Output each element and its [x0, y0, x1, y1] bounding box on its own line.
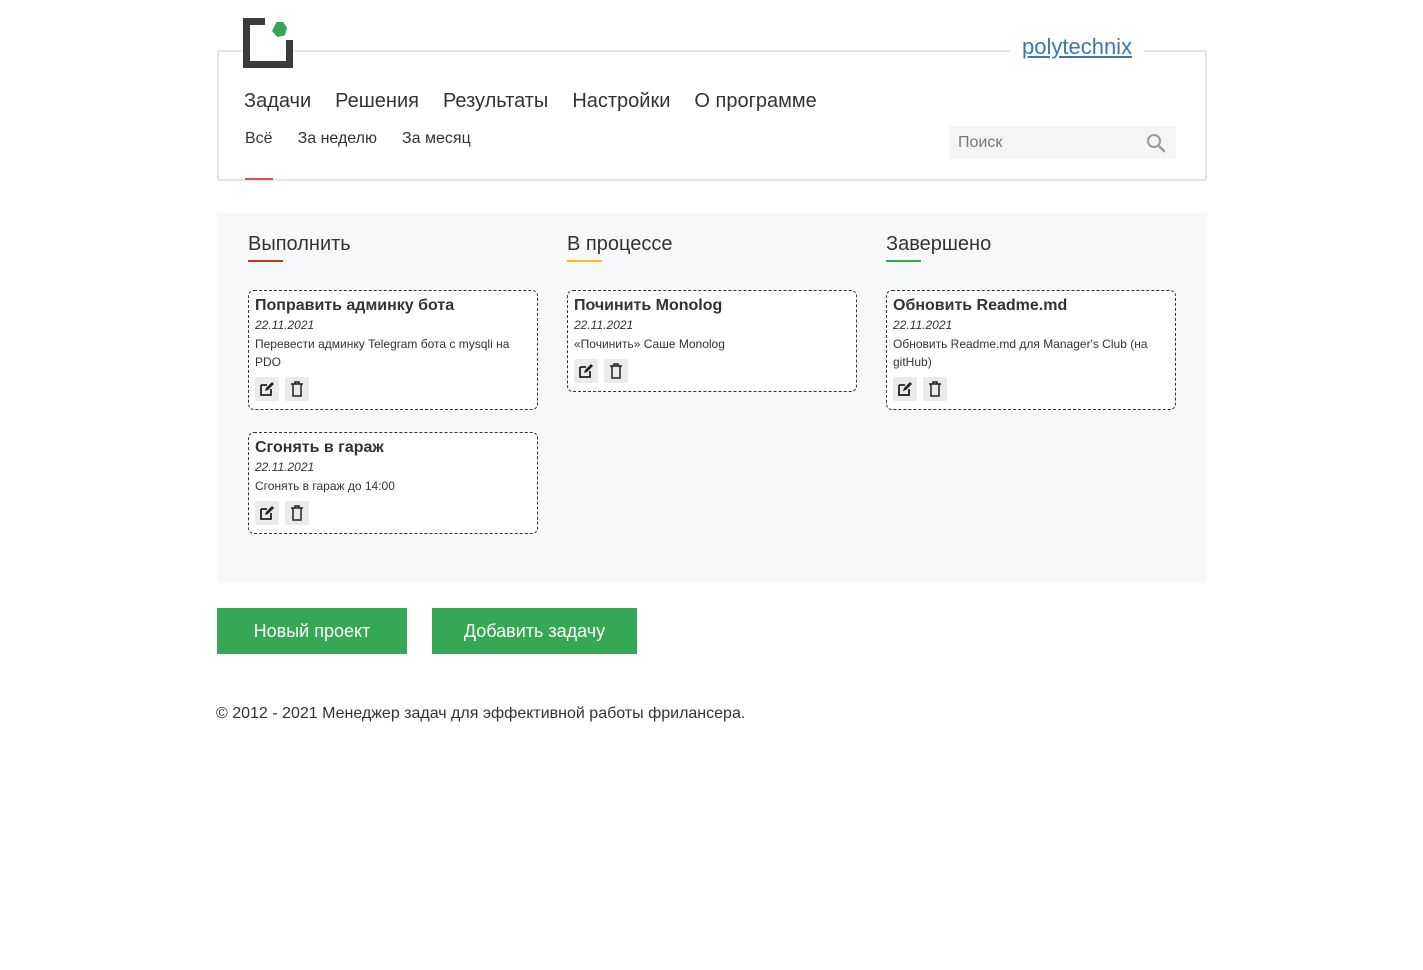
task-title: Сгонять в гараж	[255, 439, 384, 456]
nav-item-solutions[interactable]: Решения	[335, 90, 419, 113]
new-project-button[interactable]: Новый проект	[217, 608, 407, 654]
task-title: Поправить админку бота	[255, 297, 455, 314]
task-actions	[255, 377, 531, 401]
nav-item-settings[interactable]: Настройки	[572, 90, 670, 113]
nav-item-tasks[interactable]: Задачи	[244, 90, 311, 113]
active-filter-indicator	[245, 178, 273, 180]
task-actions	[893, 377, 1169, 401]
search-icon[interactable]	[1146, 133, 1166, 153]
edit-button[interactable]	[255, 501, 279, 525]
task-description: Обновить Readme.md для Manager's Club (н…	[893, 337, 1148, 369]
column-accent-bar	[886, 260, 921, 262]
edit-icon	[260, 382, 274, 396]
task-actions	[574, 359, 850, 383]
column-accent-bar	[567, 260, 602, 262]
delete-button[interactable]	[923, 377, 947, 401]
filter-nav: Всё За неделю За месяц	[245, 130, 496, 148]
delete-button[interactable]	[604, 359, 628, 383]
edit-button[interactable]	[574, 359, 598, 383]
edit-icon	[898, 382, 912, 396]
task-card[interactable]: Починить Monolog 22.11.2021 «Починить» С…	[567, 290, 857, 392]
main-nav: Задачи Решения Результаты Настройки О пр…	[244, 90, 841, 113]
task-description: Сгонять в гараж до 14:00	[255, 479, 395, 493]
column-accent-bar	[248, 260, 283, 262]
task-date: 22.11.2021	[893, 318, 953, 332]
username-link[interactable]: polytechnix	[1010, 34, 1145, 60]
add-task-button[interactable]: Добавить задачу	[432, 608, 637, 654]
task-board: Выполнить Поправить админку бота 22.11.2…	[217, 213, 1207, 583]
search-box	[949, 126, 1176, 159]
footer-copyright: © 2012 - 2021 Менеджер задач для эффекти…	[216, 705, 746, 722]
task-card[interactable]: Сгонять в гараж 22.11.2021 Сгонять в гар…	[248, 432, 538, 534]
column-title: В процессе	[567, 233, 673, 255]
filter-all[interactable]: Всё	[245, 130, 273, 148]
task-card[interactable]: Обновить Readme.md 22.11.2021 Обновить R…	[886, 290, 1176, 410]
edit-button[interactable]	[255, 377, 279, 401]
delete-button[interactable]	[285, 501, 309, 525]
filter-week[interactable]: За неделю	[298, 130, 377, 148]
task-card[interactable]: Поправить админку бота 22.11.2021 Переве…	[248, 290, 538, 410]
task-description: «Починить» Саше Monolog	[574, 337, 725, 351]
edit-icon	[260, 506, 274, 520]
task-date: 22.11.2021	[574, 318, 634, 332]
task-title: Починить Monolog	[574, 297, 723, 314]
trash-icon	[929, 381, 941, 397]
task-description: Перевести админку Telegram бота с mysqli…	[255, 337, 510, 369]
trash-icon	[610, 363, 622, 379]
trash-icon	[291, 381, 303, 397]
task-date: 22.11.2021	[255, 318, 315, 332]
edit-icon	[579, 364, 593, 378]
column-title: Выполнить	[248, 233, 351, 255]
nav-item-results[interactable]: Результаты	[443, 90, 548, 113]
filter-month[interactable]: За месяц	[402, 130, 471, 148]
task-title: Обновить Readme.md	[893, 297, 1068, 314]
delete-button[interactable]	[285, 377, 309, 401]
nav-item-about[interactable]: О программе	[694, 90, 816, 113]
trash-icon	[291, 505, 303, 521]
edit-button[interactable]	[893, 377, 917, 401]
header-frame	[217, 50, 1207, 181]
task-actions	[255, 501, 531, 525]
task-date: 22.11.2021	[255, 460, 315, 474]
app-logo[interactable]	[243, 18, 293, 68]
column-title: Завершено	[886, 233, 992, 255]
search-input[interactable]	[949, 133, 1139, 152]
